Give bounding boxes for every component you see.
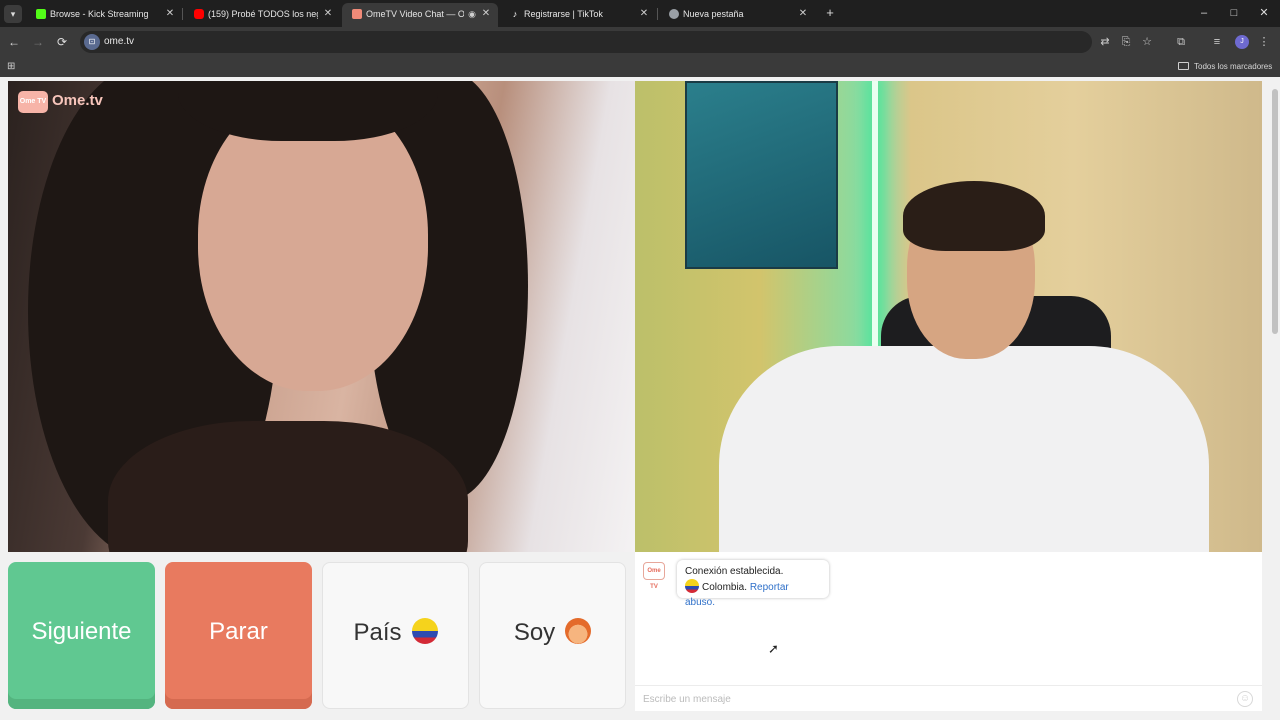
tab-new[interactable]: Nueva pestaña ✕: [659, 3, 815, 27]
site-info-icon[interactable]: ⊡: [84, 34, 100, 50]
video-shape: [719, 346, 1209, 552]
minimize-button[interactable]: –: [1192, 4, 1216, 22]
menu-icon[interactable]: ⋮: [1255, 33, 1273, 51]
forward-button[interactable]: →: [29, 33, 47, 51]
url-text[interactable]: ome.tv: [104, 31, 134, 53]
tab-close-icon[interactable]: ✕: [322, 3, 334, 25]
video-shape: [872, 81, 878, 371]
back-button[interactable]: ←: [5, 33, 23, 51]
folder-icon: [1178, 62, 1189, 70]
folder-label: Todos los marcadores: [1194, 62, 1273, 71]
maximize-button[interactable]: □: [1222, 4, 1246, 22]
recording-icon: ◉: [468, 9, 476, 19]
tab-title: OmeTV Video Chat — Ome: [366, 9, 464, 19]
tab-kick[interactable]: Browse - Kick Streaming ✕: [26, 3, 182, 27]
tab-close-icon[interactable]: ✕: [164, 3, 176, 25]
mouse-cursor-icon: ➚: [768, 641, 779, 656]
youtube-favicon-icon: [194, 9, 204, 19]
message-input[interactable]: [643, 690, 1223, 708]
new-tab-button[interactable]: +: [822, 5, 838, 21]
tab-title: Nueva pestaña: [683, 9, 744, 19]
colombia-flag-icon: [411, 618, 438, 644]
kick-favicon-icon: [36, 9, 46, 19]
tab-title: (159) Probé TODOS los negocio: [208, 9, 318, 19]
next-button-label: Siguiente: [31, 618, 132, 645]
chrome-favicon-icon: [669, 9, 679, 19]
next-button[interactable]: Siguiente: [8, 562, 155, 709]
chat-panel: Ome TV Conexión establecida. Colombia. R…: [635, 552, 1262, 711]
stranger-video: Ome TV Ome.tv: [8, 81, 635, 552]
partner-country-line: Colombia. Reportar abuso.: [685, 579, 821, 610]
logo-badge: Ome TV: [18, 91, 48, 113]
divider: [635, 685, 1262, 686]
system-message: Conexión establecida. Colombia. Reportar…: [677, 560, 829, 608]
connection-status: Conexión establecida.: [685, 566, 784, 577]
logo-text: Ome.tv: [52, 92, 103, 109]
colombia-flag-icon: [685, 579, 699, 593]
bookmark-star-icon[interactable]: ☆: [1138, 33, 1156, 51]
ometv-system-icon: Ome TV: [643, 562, 665, 590]
video-shape: [685, 81, 838, 269]
reload-button[interactable]: ⟳: [53, 33, 71, 51]
translate-icon[interactable]: ⇄: [1096, 33, 1114, 51]
install-app-icon[interactable]: ⎘: [1117, 33, 1135, 51]
all-bookmarks-folder[interactable]: Todos los marcadores: [1178, 61, 1272, 73]
tab-youtube[interactable]: (159) Probé TODOS los negocio ✕: [184, 3, 340, 27]
country-button[interactable]: País: [322, 562, 469, 709]
gender-button[interactable]: Soy: [479, 562, 626, 709]
tab-close-icon[interactable]: ✕: [480, 3, 492, 25]
ometv-page: Ome TV Ome.tv Siguiente Parar País Soy O…: [0, 77, 1280, 720]
tab-close-icon[interactable]: ✕: [638, 3, 650, 25]
stop-button-label: Parar: [209, 618, 268, 645]
self-video: [635, 81, 1262, 552]
tab-divider: [657, 8, 658, 20]
tab-divider: [182, 8, 183, 20]
tab-search-icon[interactable]: ▾: [4, 5, 22, 23]
tab-close-icon[interactable]: ✕: [797, 3, 809, 25]
tiktok-favicon-icon: ♪: [510, 9, 520, 19]
boy-emoji-icon: [565, 618, 592, 644]
video-shape: [903, 181, 1045, 251]
tab-ometv[interactable]: OmeTV Video Chat — Ome ◉ ✕: [342, 3, 498, 27]
stop-button[interactable]: Parar: [165, 562, 312, 709]
address-bar[interactable]: ⊡ ome.tv: [80, 31, 1092, 53]
emoji-icon[interactable]: ☺: [1237, 691, 1253, 707]
close-window-button[interactable]: ✕: [1252, 4, 1276, 22]
tab-title: Registrarse | TikTok: [524, 9, 603, 19]
tab-title: Browse - Kick Streaming: [50, 9, 149, 19]
page-scrollbar[interactable]: [1270, 77, 1280, 720]
country-button-label: País: [353, 619, 402, 646]
browser-tab-strip: ▾ Browse - Kick Streaming ✕ (159) Probé …: [0, 0, 1280, 27]
video-shape: [108, 421, 468, 552]
extensions-icon[interactable]: ⧉: [1172, 33, 1190, 51]
ometv-favicon-icon: [352, 9, 362, 19]
media-controls-icon[interactable]: ≡: [1208, 33, 1226, 51]
browser-toolbar: ← → ⟳ ⊡ ome.tv ⇄ ⎘ ☆ ⧉ ≡ ⋮: [0, 27, 1280, 57]
tab-tiktok[interactable]: ♪ Registrarse | TikTok ✕: [500, 3, 656, 27]
profile-avatar[interactable]: J: [1235, 35, 1249, 49]
scrollbar-thumb[interactable]: [1272, 89, 1278, 334]
partner-country: Colombia.: [702, 582, 748, 593]
gender-button-label: Soy: [513, 619, 556, 646]
bookmarks-bar: ⊞ Todos los marcadores: [0, 57, 1280, 77]
apps-grid-icon[interactable]: ⊞: [7, 61, 19, 73]
